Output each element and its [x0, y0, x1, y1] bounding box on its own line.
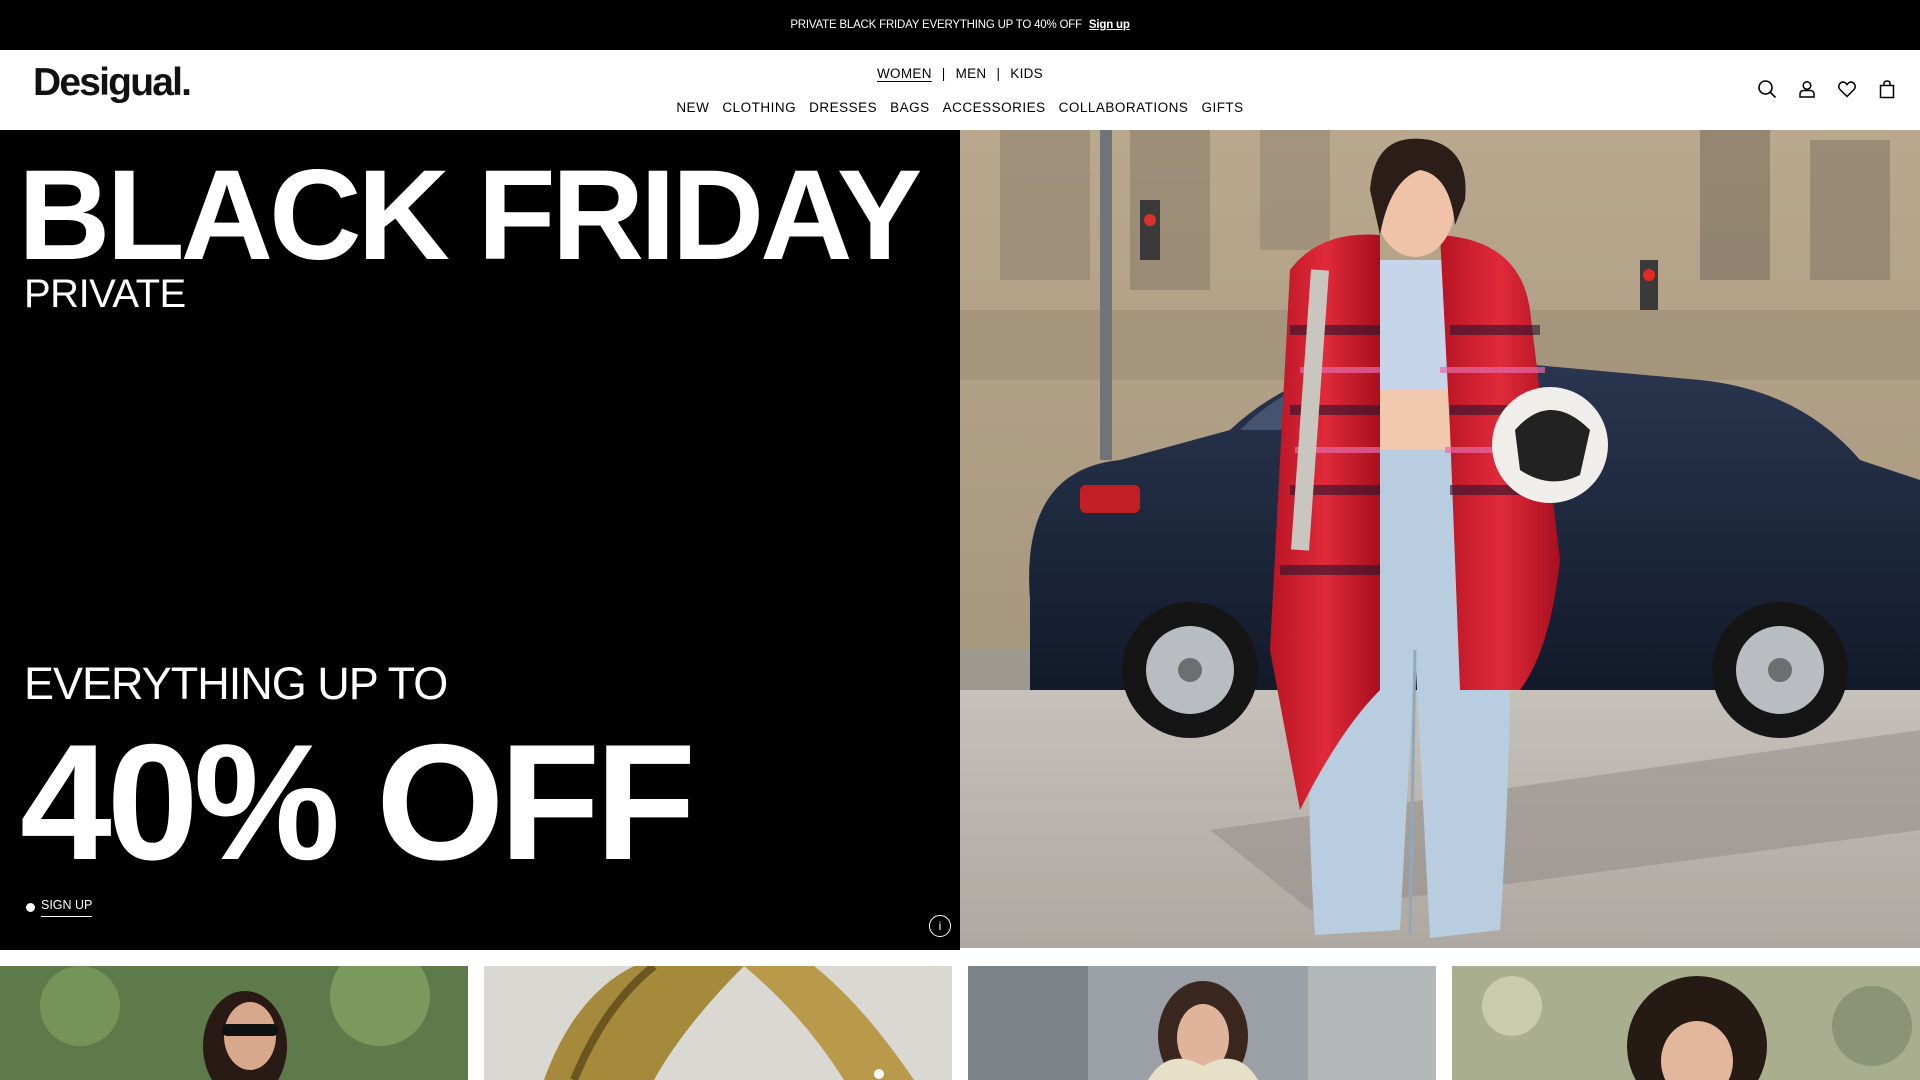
- nav-item-bags[interactable]: BAGS: [890, 100, 930, 115]
- product-tile[interactable]: [1452, 966, 1920, 1080]
- tab-kids[interactable]: KIDS: [1006, 66, 1047, 81]
- signup-label: SIGN UP: [41, 898, 93, 917]
- search-icon[interactable]: [1756, 78, 1778, 100]
- signup-button[interactable]: SIGN UP: [26, 898, 93, 917]
- shopping-bag-icon[interactable]: [1876, 78, 1898, 100]
- product-tile[interactable]: [968, 966, 1436, 1080]
- nav-separator: |: [996, 66, 1001, 81]
- nav-item-collaborations[interactable]: COLLABORATIONS: [1059, 100, 1189, 115]
- tab-men[interactable]: MEN: [952, 66, 991, 81]
- product-tile[interactable]: [484, 966, 952, 1080]
- nav-item-clothing[interactable]: CLOTHING: [722, 100, 796, 115]
- hero-photo[interactable]: [960, 130, 1920, 948]
- promo-signup-link[interactable]: Sign up: [1089, 19, 1130, 31]
- hero-title: BLACK FRIDAY: [18, 144, 922, 287]
- gender-nav: WOMEN | MEN | KIDS: [0, 66, 1920, 81]
- product-tile[interactable]: [0, 966, 468, 1080]
- promo-text: PRIVATE BLACK FRIDAY EVERYTHING UP TO 40…: [790, 19, 1082, 31]
- hero-discount: 40% OFF: [20, 710, 696, 894]
- wishlist-heart-icon[interactable]: [1836, 78, 1858, 100]
- hero-offer-line: EVERYTHING UP TO: [24, 658, 448, 709]
- tab-women[interactable]: WOMEN: [873, 66, 936, 81]
- header-icons: [1756, 78, 1898, 100]
- category-nav: NEW CLOTHING DRESSES BAGS ACCESSORIES CO…: [0, 100, 1920, 115]
- nav-separator: |: [941, 66, 946, 81]
- bullet-dot-icon: [26, 903, 35, 912]
- nav-item-new[interactable]: NEW: [676, 100, 709, 115]
- site-header: Desigual. WOMEN | MEN | KIDS NEW CLOTHIN…: [0, 50, 1920, 130]
- hero-subtitle: PRIVATE: [24, 272, 186, 316]
- account-icon[interactable]: [1796, 78, 1818, 100]
- info-icon[interactable]: i: [929, 915, 951, 937]
- nav-item-gifts[interactable]: GIFTS: [1201, 100, 1243, 115]
- hero-banner[interactable]: BLACK FRIDAY PRIVATE EVERYTHING UP TO 40…: [0, 130, 960, 950]
- promo-bar: PRIVATE BLACK FRIDAY EVERYTHING UP TO 40…: [0, 0, 1920, 50]
- nav-item-dresses[interactable]: DRESSES: [809, 100, 877, 115]
- info-glyph: i: [938, 919, 942, 933]
- nav-item-accessories[interactable]: ACCESSORIES: [943, 100, 1046, 115]
